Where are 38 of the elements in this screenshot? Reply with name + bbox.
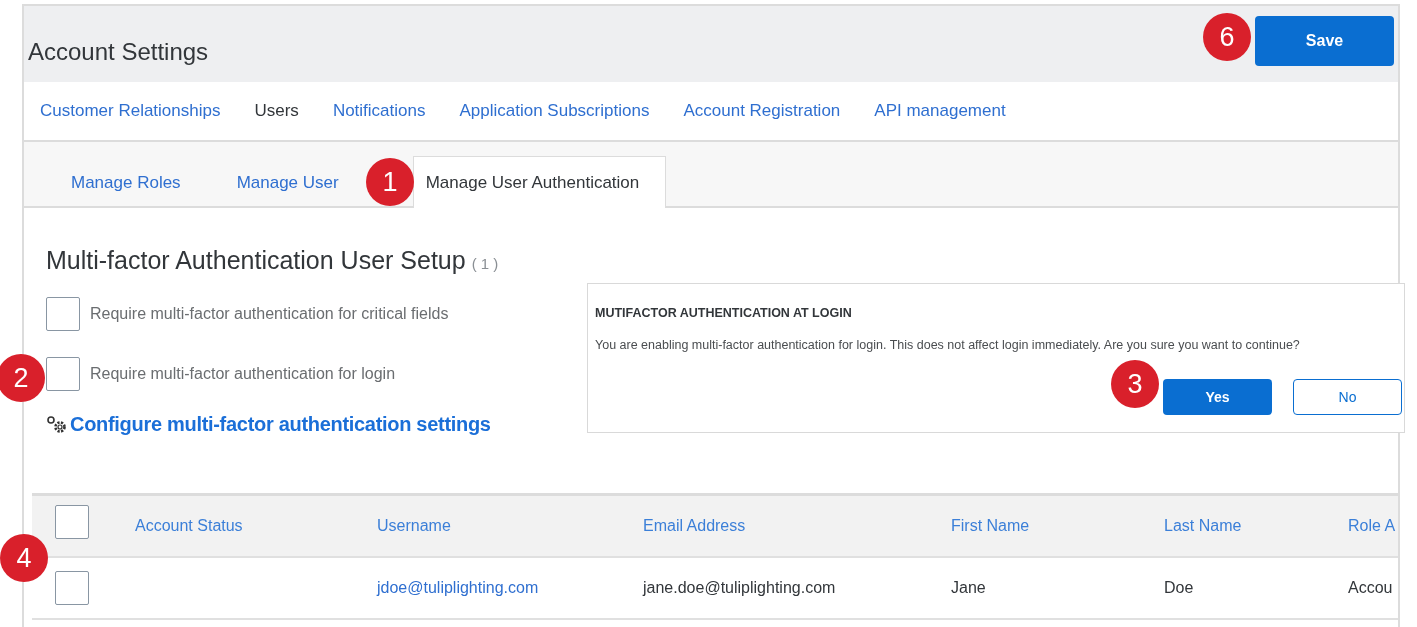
table-cell-text: jane.doe@tuliplighting.com: [643, 579, 837, 597]
callout-badge: 2: [0, 354, 45, 402]
column-header[interactable]: Last Name: [1164, 517, 1348, 535]
checkbox[interactable]: [55, 505, 89, 539]
nav-tab[interactable]: Customer Relationships: [40, 101, 221, 121]
dialog-message: You are enabling multi-factor authentication for login. This does not affect login immediately. Are you sure you want to continue?: [595, 338, 1301, 352]
settings-icon: [46, 414, 68, 435]
page-title: Account Settings: [28, 38, 209, 66]
username-link[interactable]: jdoe@tuliplighting.com: [377, 579, 643, 597]
nav-tab[interactable]: Users: [254, 101, 299, 121]
sub-tab[interactable]: Manage User Authentication: [412, 156, 667, 208]
checkbox[interactable]: [46, 357, 80, 391]
column-header[interactable]: First Name: [951, 517, 1164, 535]
column-header[interactable]: Role A: [1348, 517, 1398, 535]
nav-tab[interactable]: Notifications: [332, 101, 426, 121]
column-header[interactable]: Account Status: [135, 517, 377, 535]
nav-tab[interactable]: Application Subscriptions: [459, 101, 650, 121]
confirm-button[interactable]: Yes: [1163, 379, 1272, 415]
dialog-title: MUTIFACTOR AUTHENTICATION AT LOGIN: [595, 306, 853, 320]
section-title: Multi-factor Authentication User Setup: [46, 246, 466, 275]
callout-badge: 4: [0, 534, 48, 582]
table-cell-text: Jane: [951, 579, 987, 597]
checkbox[interactable]: [55, 571, 89, 605]
table-cell-text: Accou: [1348, 579, 1394, 597]
sub-tab[interactable]: Manage User: [236, 158, 339, 208]
table-cell-text: Doe: [1164, 579, 1195, 597]
checkbox[interactable]: [46, 297, 80, 331]
nav-tab[interactable]: Account Registration: [683, 101, 841, 121]
checkbox-label: Require multi-factor authentication for login: [90, 365, 396, 383]
sub-tab[interactable]: Manage Roles: [71, 158, 181, 208]
configure-link[interactable]: Configure multi-factor authentication settings: [70, 413, 491, 436]
item-count: ( 1 ): [471, 255, 499, 272]
column-header[interactable]: Username: [377, 517, 643, 535]
cancel-button[interactable]: No: [1293, 379, 1402, 415]
nav-tab[interactable]: API management: [874, 101, 1006, 121]
checkbox-label: Require multi-factor authentication for critical fields: [90, 305, 449, 323]
column-header[interactable]: Email Address: [643, 517, 951, 535]
save-button[interactable]: Save: [1255, 16, 1394, 66]
